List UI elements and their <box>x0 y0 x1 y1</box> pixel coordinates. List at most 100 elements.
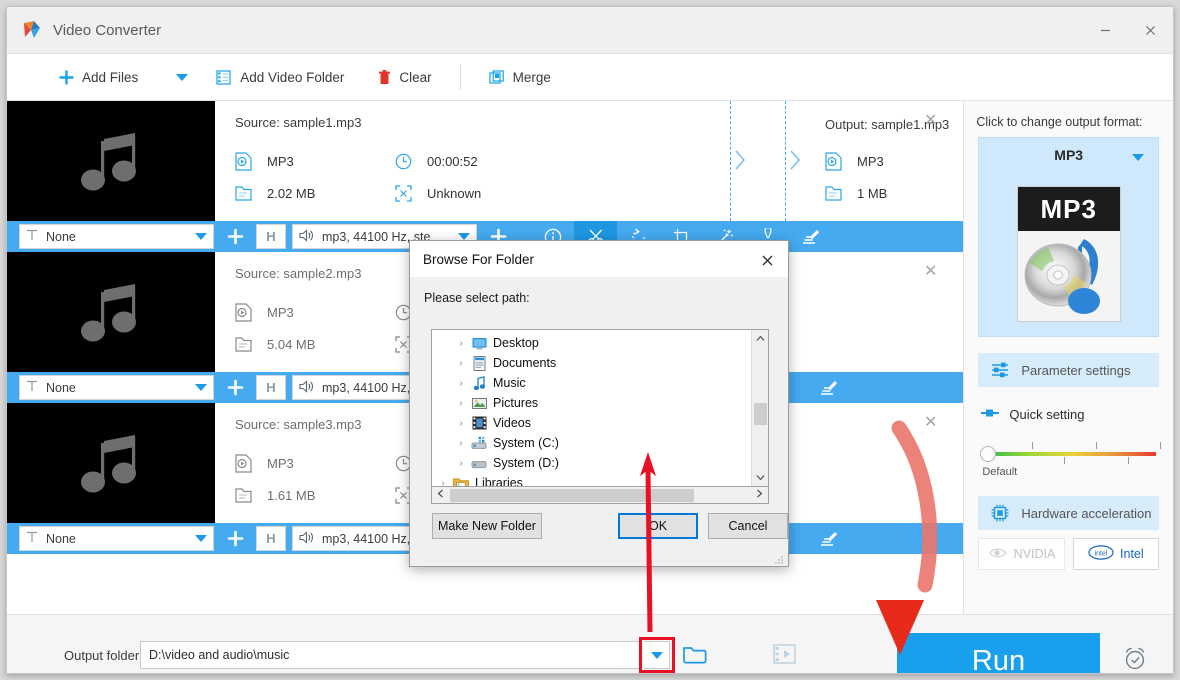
output-format-prompt: Click to change output format: <box>976 115 1143 129</box>
output-format-card[interactable]: MP3 MP3 <box>978 137 1159 337</box>
slider-track <box>988 452 1157 456</box>
dialog-close-button[interactable] <box>756 249 778 271</box>
edit-subtitle-icon[interactable] <box>807 372 850 403</box>
tree-item-videos[interactable]: › Videos <box>432 413 751 433</box>
subtitle-select[interactable]: None <box>19 526 214 551</box>
add-subtitle-button[interactable] <box>220 375 250 400</box>
file-size-icon <box>235 184 257 202</box>
close-button[interactable] <box>1128 7 1173 54</box>
clock-icon <box>395 153 417 170</box>
audio-track-value: mp3, 44100 Hz, <box>322 531 411 546</box>
chevron-right-icon[interactable]: › <box>452 358 470 369</box>
chevron-right-icon[interactable]: › <box>452 398 470 409</box>
chevron-right-icon[interactable]: › <box>434 478 452 487</box>
merge-button[interactable]: Merge <box>479 54 561 100</box>
chevron-down-icon[interactable] <box>1132 154 1144 161</box>
subtitle-select[interactable]: None <box>19 375 214 400</box>
subtitle-select[interactable]: None <box>19 224 214 249</box>
ok-button[interactable]: OK <box>618 513 698 539</box>
scroll-right-icon[interactable] <box>751 489 768 501</box>
chevron-down-icon <box>176 73 189 81</box>
open-folder-button[interactable] <box>683 644 707 667</box>
source-duration-cell: 00:00:52 <box>395 153 555 170</box>
add-subtitle-button[interactable] <box>220 526 250 551</box>
add-subtitle-button[interactable] <box>220 224 250 249</box>
speaker-icon <box>299 379 314 396</box>
output-folder-label: Output folder: <box>64 648 143 663</box>
scroll-down-icon[interactable] <box>752 469 768 486</box>
title-bar: Video Converter <box>7 7 1173 54</box>
drive-d-icon <box>470 456 488 470</box>
hardcode-subtitle-button[interactable]: H <box>256 526 286 551</box>
libraries-icon <box>452 476 470 486</box>
documents-icon <box>470 355 488 371</box>
add-files-button[interactable]: Add Files <box>49 54 148 100</box>
minimize-button[interactable] <box>1083 7 1128 54</box>
tree-item-desktop[interactable]: › Desktop <box>432 333 751 353</box>
trash-icon <box>378 69 391 85</box>
hardware-acceleration-button[interactable]: Hardware acceleration <box>978 496 1159 530</box>
make-new-folder-button[interactable]: Make New Folder <box>432 513 542 539</box>
edit-subtitle-icon[interactable] <box>789 221 832 252</box>
parameter-settings-button[interactable]: Parameter settings <box>978 353 1159 387</box>
hardcode-subtitle-button[interactable]: H <box>256 224 286 249</box>
tree-vertical-scrollbar[interactable] <box>751 330 768 486</box>
tree-item-system-d[interactable]: › System (D:) <box>432 453 751 473</box>
videos-icon <box>470 416 488 430</box>
source-format: MP3 <box>267 153 294 169</box>
music-icon <box>470 375 488 391</box>
chevron-right-icon[interactable]: › <box>452 458 470 469</box>
chevron-right-icon[interactable]: › <box>452 418 470 429</box>
output-folder-input[interactable]: D:\video and audio\music <box>140 641 642 669</box>
thumbnail <box>7 252 215 372</box>
open-media-button[interactable] <box>773 643 797 668</box>
chevron-right-icon[interactable]: › <box>452 338 470 349</box>
gpu-intel-button[interactable]: intel Intel <box>1072 538 1160 570</box>
gpu-nvidia-button[interactable]: NVIDIA <box>978 538 1065 570</box>
edit-subtitle-icon[interactable] <box>807 523 850 554</box>
window-controls <box>1083 7 1173 54</box>
slider-knob[interactable] <box>980 446 997 462</box>
schedule-alarm-button[interactable] <box>1122 645 1148 673</box>
cancel-button[interactable]: Cancel <box>708 513 788 539</box>
tree-item-label: Videos <box>493 416 531 430</box>
run-button[interactable]: Run <box>897 633 1100 673</box>
add-video-folder-button[interactable]: Add Video Folder <box>206 54 354 100</box>
quality-slider[interactable]: Default <box>980 440 1162 484</box>
file-format-icon <box>235 453 257 473</box>
add-files-dropdown[interactable] <box>166 54 198 100</box>
tree-item-music[interactable]: › Music <box>432 373 751 393</box>
scroll-left-icon[interactable] <box>432 489 449 501</box>
quick-setting-toggle[interactable]: Quick setting <box>980 407 1173 422</box>
slider-tick <box>1064 457 1066 464</box>
quick-setting-icon <box>980 407 1000 422</box>
chevron-right-icon[interactable]: › <box>452 438 470 449</box>
scrollbar-thumb[interactable] <box>754 403 767 425</box>
video-folder-icon <box>216 69 232 85</box>
svg-text:intel: intel <box>1095 550 1108 557</box>
dialog-title-bar: Browse For Folder <box>410 241 788 277</box>
tree-item-label: Desktop <box>493 336 539 350</box>
scrollbar-thumb[interactable] <box>450 489 694 502</box>
remove-row-button[interactable]: ✕ <box>924 113 937 129</box>
tree-item-system-c[interactable]: › System (C:) <box>432 433 751 453</box>
chevron-right-icon[interactable]: › <box>452 378 470 389</box>
remove-row-button[interactable]: ✕ <box>924 264 937 280</box>
tree-horizontal-scrollbar[interactable] <box>431 487 769 504</box>
resize-grip-icon[interactable] <box>774 553 784 564</box>
subtitle-icon <box>26 380 38 395</box>
desktop-icon <box>470 337 488 350</box>
gpu-nvidia-label: NVIDIA <box>1013 547 1056 561</box>
tree-item-libraries[interactable]: › Libraries <box>432 473 751 487</box>
table-row[interactable]: Source: sample1.mp3 MP3 00:00:52 2.02 MB… <box>7 101 1058 252</box>
tree-item-pictures[interactable]: › Pictures <box>432 393 751 413</box>
folder-tree[interactable]: › Desktop › Documents › Music › Pictures… <box>431 329 769 487</box>
tree-item-documents[interactable]: › Documents <box>432 353 751 373</box>
hardcode-subtitle-button[interactable]: H <box>256 375 286 400</box>
scroll-up-icon[interactable] <box>752 330 768 347</box>
tree-item-label: Music <box>493 376 526 390</box>
clear-button[interactable]: Clear <box>368 54 441 100</box>
remove-row-button[interactable]: ✕ <box>924 415 937 431</box>
application-window: Video Converter Add Files Add Video Fold… <box>6 6 1174 674</box>
chevron-down-icon <box>195 384 207 391</box>
